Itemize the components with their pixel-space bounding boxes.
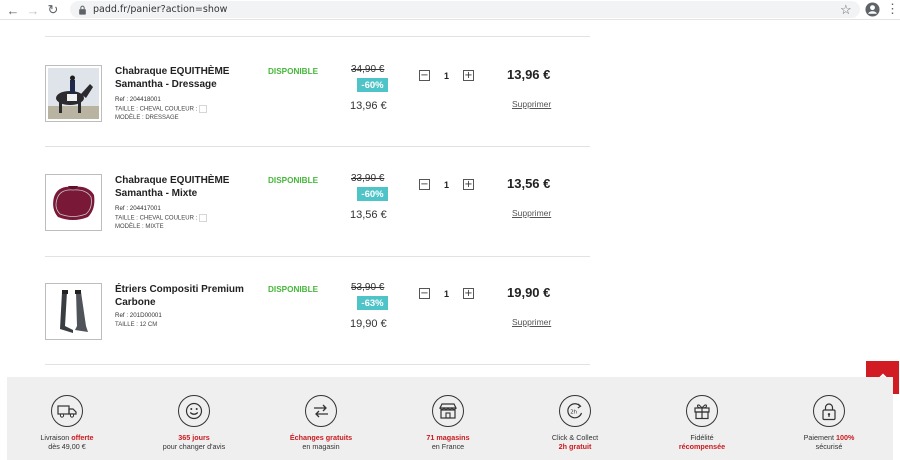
- bookmark-star-icon[interactable]: ☆: [840, 2, 852, 18]
- reassurance-item: Fidélité récompensée: [642, 395, 762, 451]
- exchange-icon: [305, 395, 337, 427]
- availability-status: DISPONIBLE: [268, 176, 319, 185]
- divider: [45, 146, 590, 147]
- reassurance-text: pour changer d'avis: [162, 442, 226, 451]
- line-total: 19,90 €: [507, 285, 551, 300]
- forward-arrow-icon[interactable]: →: [24, 1, 42, 19]
- unit-price: 13,56 €: [350, 209, 387, 221]
- product-attributes: TAILLE : CHEVAL COULEUR : MODÈLE : MIXTE: [115, 214, 208, 232]
- cart-item: Chabraque EQUITHÈME Samantha - Mixte Ref…: [35, 167, 595, 277]
- reassurance-item: 2h Click & Collect 2h gratuit: [515, 395, 635, 451]
- reassurance-highlight: Échanges gratuits: [289, 433, 353, 442]
- back-arrow-icon[interactable]: ←: [4, 1, 22, 19]
- color-swatch: [199, 214, 208, 222]
- attr-model: MODÈLE : MIXTE: [115, 224, 164, 231]
- availability-status: DISPONIBLE: [268, 285, 319, 294]
- reload-icon[interactable]: ↻: [44, 1, 62, 19]
- click-collect-icon: 2h: [559, 395, 591, 427]
- reassurance-highlight: 365 jours: [178, 433, 210, 442]
- attr-size-color: TAILLE : CHEVAL COULEUR :: [115, 215, 198, 222]
- reassurance-text: Livraison: [40, 433, 72, 442]
- decrease-quantity-button[interactable]: −: [419, 70, 430, 81]
- reassurance-highlight: récompensée: [678, 442, 726, 451]
- remove-link[interactable]: Supprimer: [512, 208, 551, 218]
- reassurance-highlight: 71 magasins: [426, 433, 470, 442]
- lock-icon: [79, 5, 86, 15]
- reassurance-item: Échanges gratuits en magasin: [261, 395, 381, 451]
- reassurance-highlight: 100%: [835, 433, 855, 442]
- product-name[interactable]: Étriers Compositi Premium Carbone: [115, 283, 255, 309]
- reassurance-bar: Livraison offerte dès 49,00 € 365 jours …: [7, 377, 893, 460]
- reassurance-item: Livraison offerte dès 49,00 €: [7, 395, 127, 451]
- increase-quantity-button[interactable]: +: [463, 179, 474, 190]
- product-image[interactable]: [45, 65, 102, 122]
- old-price: 34,90 €: [351, 64, 385, 75]
- reassurance-text: Paiement: [803, 433, 836, 442]
- quantity-value[interactable]: 1: [444, 289, 449, 299]
- old-price: 53,90 €: [351, 282, 385, 293]
- cart-item: Étriers Compositi Premium Carbone Ref : …: [35, 276, 595, 386]
- browser-toolbar: ← → ↻ padd.fr/panier?action=show ☆ ⋮: [0, 0, 900, 20]
- svg-text:2h: 2h: [570, 410, 577, 416]
- padlock-icon: [813, 395, 845, 427]
- product-image[interactable]: [45, 174, 102, 231]
- line-total: 13,56 €: [507, 176, 551, 191]
- product-name[interactable]: Chabraque EQUITHÈME Samantha - Mixte: [115, 174, 255, 200]
- unit-price: 13,96 €: [350, 100, 387, 112]
- reassurance-text: Click & Collect: [551, 433, 599, 442]
- availability-status: DISPONIBLE: [268, 67, 319, 76]
- quantity-value[interactable]: 1: [444, 71, 449, 81]
- product-ref: Ref : 201D00001: [115, 312, 162, 319]
- attr-size-color: TAILLE : CHEVAL COULEUR :: [115, 106, 198, 113]
- reassurance-item: 71 magasins en France: [388, 395, 508, 451]
- account-icon[interactable]: [865, 2, 880, 17]
- attr-size: TAILLE : 12 CM: [115, 322, 158, 328]
- reassurance-text: Fidélité: [690, 433, 714, 442]
- divider: [45, 364, 590, 365]
- reassurance-highlight: offerte: [71, 433, 94, 442]
- product-name[interactable]: Chabraque EQUITHÈME Samantha - Dressage: [115, 65, 255, 91]
- product-ref: Ref : 204417001: [115, 205, 161, 212]
- truck-icon: [51, 395, 83, 427]
- reassurance-item: Paiement 100% sécurisé: [769, 395, 889, 451]
- line-total: 13,96 €: [507, 67, 551, 82]
- attr-model: MODÈLE : DRESSAGE: [115, 115, 179, 122]
- smiley-icon: [178, 395, 210, 427]
- reassurance-text: en France: [431, 442, 465, 451]
- decrease-quantity-button[interactable]: −: [419, 288, 430, 299]
- reassurance-highlight: 2h gratuit: [558, 442, 592, 451]
- product-ref: Ref : 204418001: [115, 96, 161, 103]
- reassurance-text: en magasin: [302, 442, 340, 451]
- product-attributes: TAILLE : 12 CM: [115, 321, 157, 330]
- cart-item: Chabraque EQUITHÈME Samantha - Dressage …: [35, 58, 595, 168]
- reassurance-item: 365 jours pour changer d'avis: [134, 395, 254, 451]
- store-icon: [432, 395, 464, 427]
- discount-badge: -60%: [357, 78, 388, 92]
- divider: [45, 256, 590, 257]
- gift-icon: [686, 395, 718, 427]
- discount-badge: -60%: [357, 187, 388, 201]
- product-image[interactable]: [45, 283, 102, 340]
- quantity-value[interactable]: 1: [444, 180, 449, 190]
- carbon-stirrups-icon: [60, 290, 88, 333]
- decrease-quantity-button[interactable]: −: [419, 179, 430, 190]
- remove-link[interactable]: Supprimer: [512, 317, 551, 327]
- dressage-rider-photo-icon: [48, 68, 99, 119]
- menu-kebab-icon[interactable]: ⋮: [886, 2, 899, 16]
- url-text: padd.fr/panier?action=show: [93, 4, 228, 15]
- reassurance-text: sécurisé: [815, 442, 843, 451]
- burgundy-saddle-pad-icon: [53, 186, 95, 220]
- unit-price: 19,90 €: [350, 318, 387, 330]
- remove-link[interactable]: Supprimer: [512, 99, 551, 109]
- product-attributes: TAILLE : CHEVAL COULEUR : MODÈLE : DRESS…: [115, 105, 208, 123]
- increase-quantity-button[interactable]: +: [463, 70, 474, 81]
- discount-badge: -63%: [357, 296, 388, 310]
- reassurance-text: dès 49,00 €: [48, 442, 86, 451]
- increase-quantity-button[interactable]: +: [463, 288, 474, 299]
- address-bar[interactable]: padd.fr/panier?action=show: [70, 1, 860, 18]
- color-swatch: [199, 105, 208, 113]
- divider: [45, 36, 590, 37]
- old-price: 33,90 €: [351, 173, 385, 184]
